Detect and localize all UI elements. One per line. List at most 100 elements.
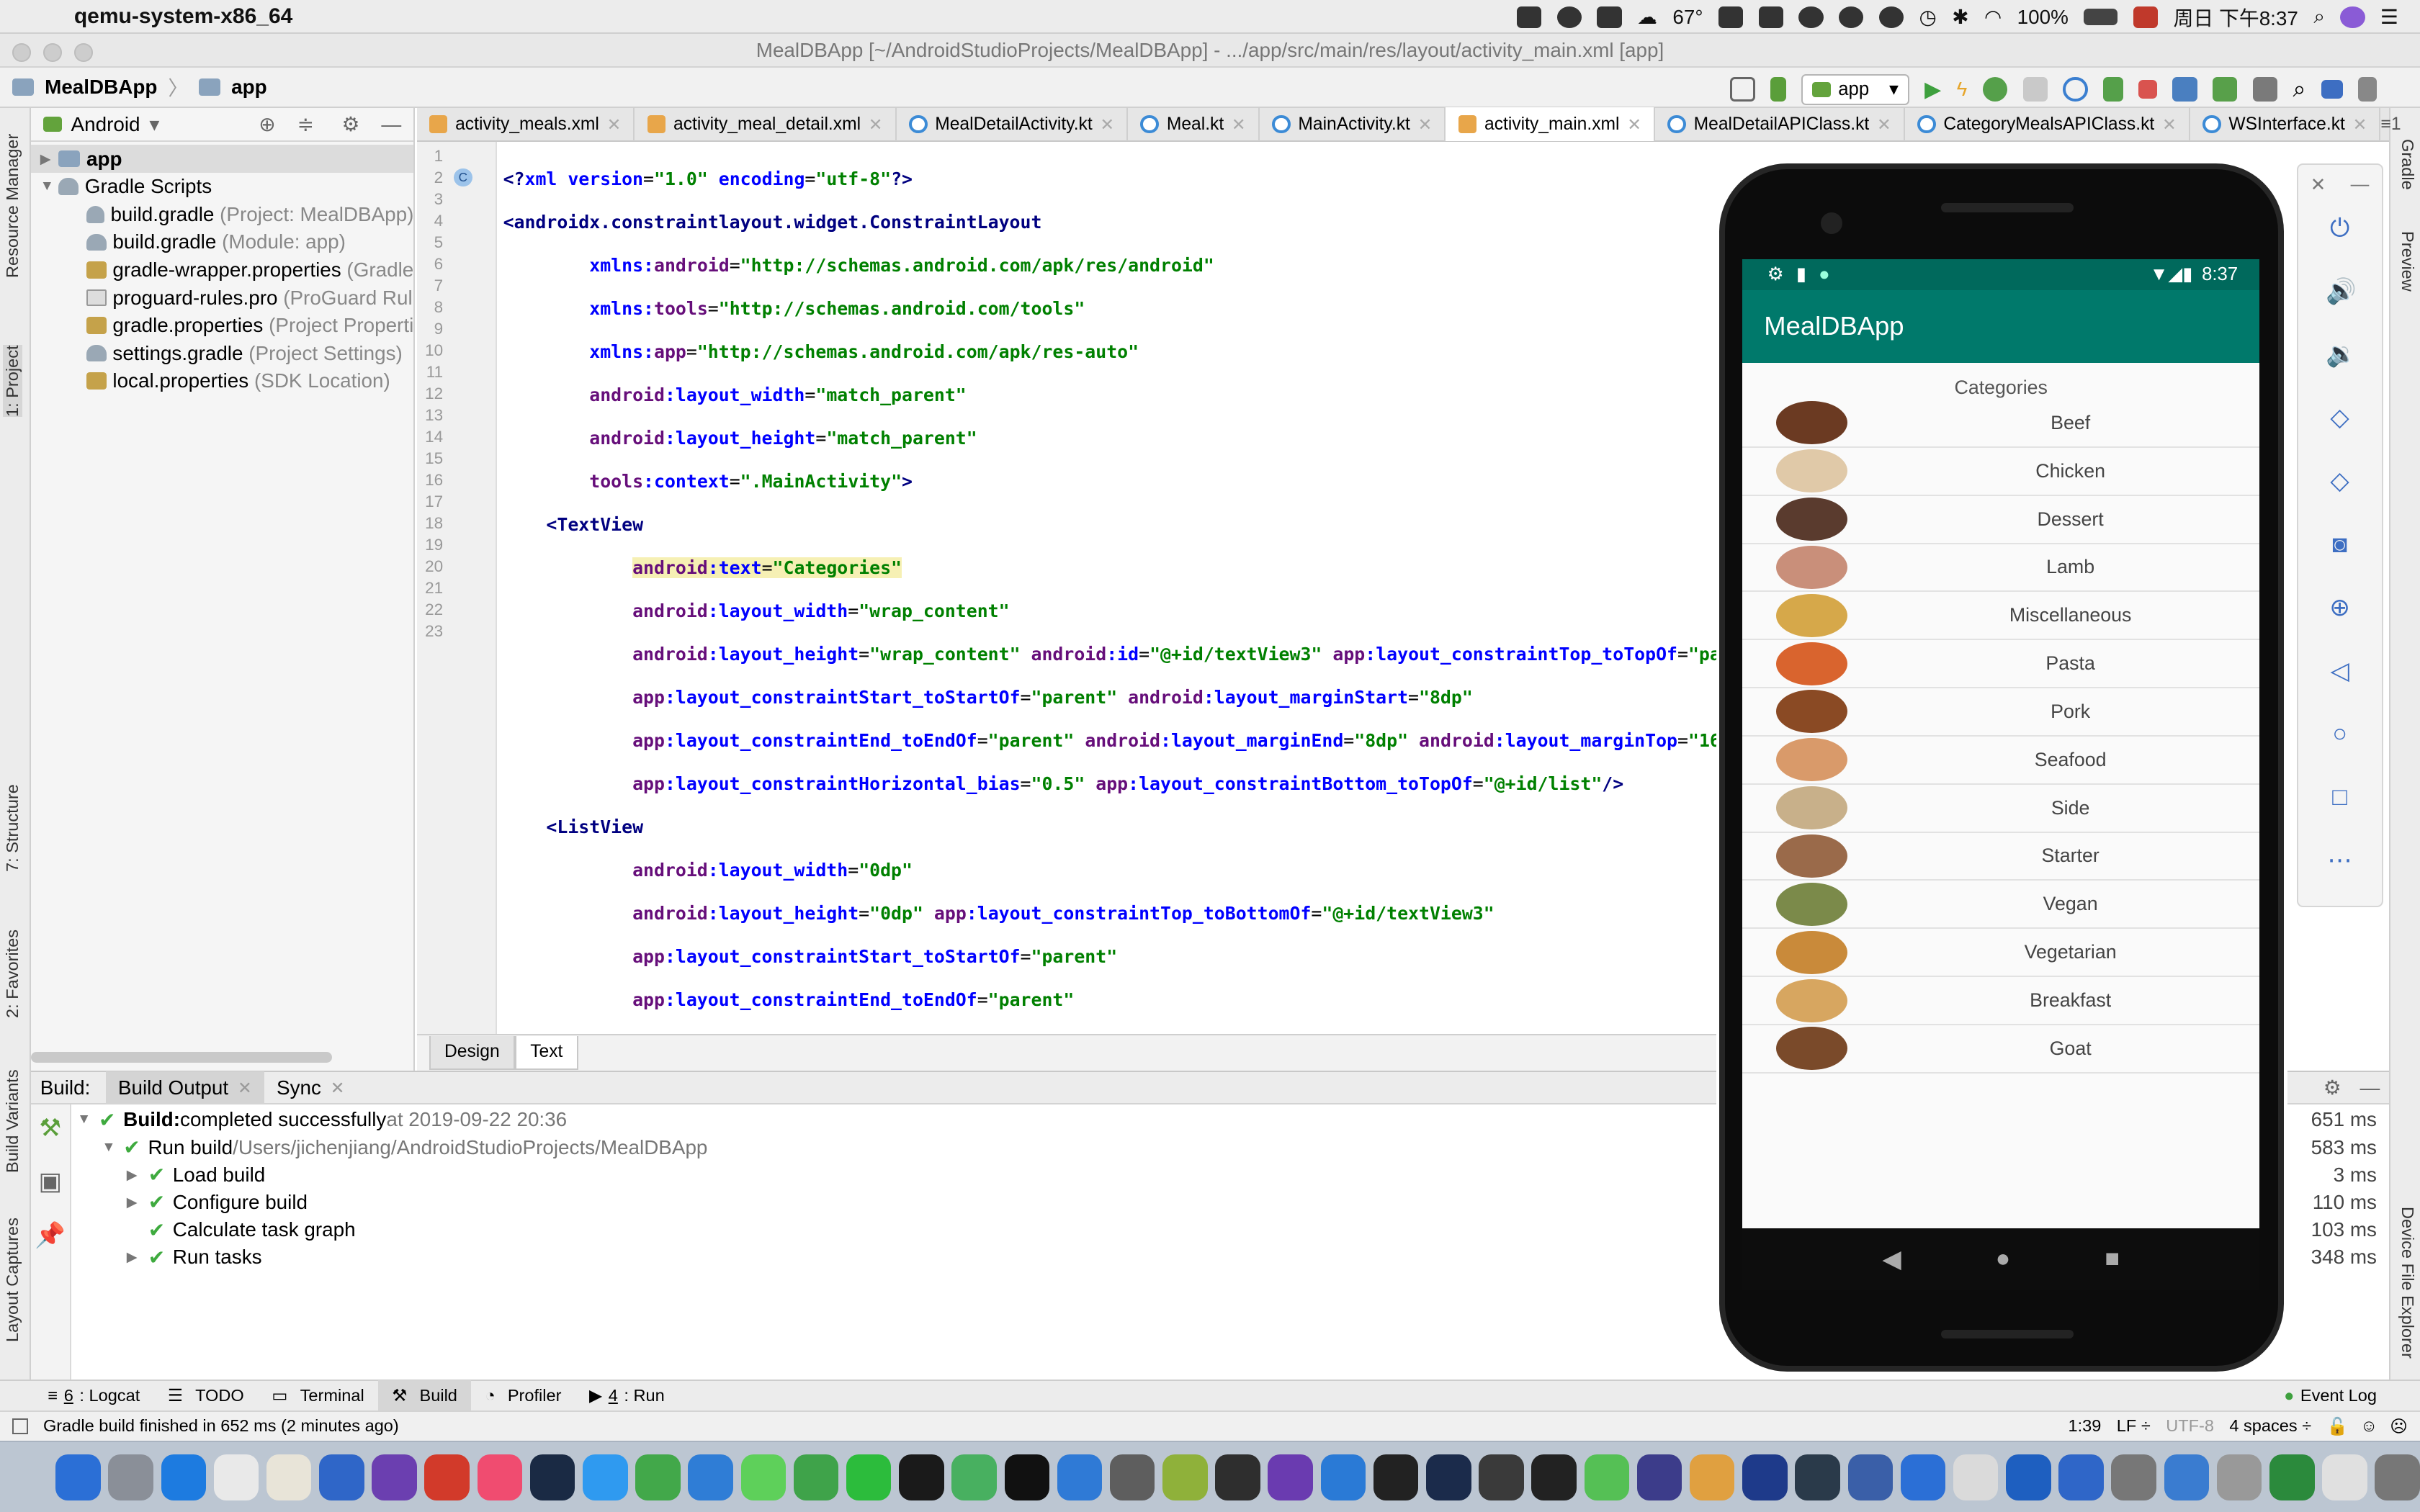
- tree-item-app[interactable]: ▶ app: [30, 145, 414, 173]
- close-icon[interactable]: ✕: [2162, 114, 2177, 135]
- dock-app-icon[interactable]: [2111, 1454, 2156, 1500]
- dock-app-icon[interactable]: [2164, 1454, 2210, 1500]
- dock-app-icon[interactable]: [1320, 1454, 1366, 1500]
- tab-design[interactable]: Design: [429, 1035, 515, 1070]
- dock-app-icon[interactable]: [1004, 1454, 1049, 1500]
- zoom-window-button[interactable]: [73, 42, 93, 62]
- horizontal-scrollbar[interactable]: [30, 1052, 332, 1063]
- dock-app-icon[interactable]: [1584, 1454, 1630, 1500]
- more-icon[interactable]: ⋯: [2326, 847, 2354, 875]
- paw-icon[interactable]: [1798, 6, 1824, 28]
- dock-app-icon[interactable]: [529, 1454, 575, 1500]
- expand-icon[interactable]: ▶: [40, 150, 59, 168]
- event-log-button[interactable]: ● Event Log: [2284, 1386, 2377, 1405]
- dock-app-icon[interactable]: [2058, 1454, 2104, 1500]
- box-icon[interactable]: [1597, 6, 1622, 28]
- collapse-all-icon[interactable]: ≑: [297, 112, 314, 136]
- frown-icon[interactable]: ☹: [2390, 1416, 2408, 1436]
- close-icon[interactable]: ✕: [869, 114, 883, 135]
- tree-item-gradle-wrapper[interactable]: gradle-wrapper.properties (Gradle: [31, 256, 414, 284]
- close-window-button[interactable]: [12, 42, 31, 62]
- attach-debugger-icon[interactable]: [2102, 77, 2123, 102]
- apply-changes-icon[interactable]: ϟ: [1957, 78, 1968, 101]
- close-icon[interactable]: ✕: [607, 114, 622, 135]
- dock-app-icon[interactable]: [688, 1454, 733, 1500]
- search-icon[interactable]: ⌕: [2293, 76, 2305, 103]
- close-icon[interactable]: ✕: [1877, 114, 1891, 135]
- do-not-disturb-icon[interactable]: [1718, 6, 1744, 28]
- dock-app-icon[interactable]: [583, 1454, 628, 1500]
- hide-icon[interactable]: —: [381, 113, 401, 136]
- category-item[interactable]: Beef: [1742, 400, 2260, 448]
- file-encoding[interactable]: UTF-8: [2166, 1416, 2214, 1436]
- tree-item-gradle-properties[interactable]: gradle.properties (Project Properti: [31, 312, 414, 340]
- menubar-clock[interactable]: 周日 下午8:37: [2174, 3, 2298, 32]
- camera-icon[interactable]: ◙: [2326, 531, 2354, 559]
- category-item[interactable]: Pasta: [1742, 640, 2260, 689]
- dock-app-icon[interactable]: [161, 1454, 206, 1500]
- wechat-icon[interactable]: [1517, 6, 1542, 28]
- close-icon[interactable]: ✕: [331, 1078, 345, 1098]
- category-item[interactable]: Dessert: [1742, 496, 2260, 544]
- tab-overflow-button[interactable]: ≡1: [2380, 114, 2401, 135]
- tool-device-file-explorer[interactable]: Device File Explorer: [2398, 1207, 2417, 1359]
- tab-ws-interface[interactable]: WSInterface.kt ✕: [2190, 107, 2381, 142]
- hammer-icon[interactable]: ⚒: [31, 1114, 70, 1143]
- dock-app-icon[interactable]: [1479, 1454, 1524, 1500]
- category-item[interactable]: Side: [1742, 785, 2260, 833]
- category-item[interactable]: Miscellaneous: [1742, 592, 2260, 641]
- power-icon[interactable]: ⏻: [2326, 215, 2354, 243]
- weather-icon[interactable]: ☁: [1637, 5, 1657, 29]
- dock-app-icon[interactable]: [1742, 1454, 1788, 1500]
- dock-app-icon[interactable]: [319, 1454, 364, 1500]
- tool-favorites[interactable]: 2: Favorites: [3, 930, 22, 1018]
- chevron-down-icon[interactable]: ▾: [149, 112, 159, 136]
- tool-structure[interactable]: 7: Structure: [3, 784, 22, 872]
- dock-app-icon[interactable]: [1900, 1454, 1946, 1500]
- overview-icon[interactable]: □: [2326, 783, 2354, 811]
- dock-app-icon[interactable]: [1795, 1454, 1840, 1500]
- volume-up-icon[interactable]: 🔊: [2326, 278, 2357, 306]
- category-item[interactable]: Chicken: [1742, 448, 2260, 496]
- close-icon[interactable]: ✕: [1232, 114, 1246, 135]
- toggle-tool-windows-icon[interactable]: [12, 1418, 28, 1434]
- tree-item-build-gradle-project[interactable]: build.gradle (Project: MealDBApp): [31, 201, 413, 229]
- notification-center-icon[interactable]: ☰: [2380, 5, 2398, 29]
- dock-app-icon[interactable]: [1847, 1454, 1893, 1500]
- expand-icon[interactable]: ▶: [127, 1248, 148, 1266]
- tool-build-variants[interactable]: Build Variants: [3, 1069, 22, 1173]
- tab-main-activity[interactable]: MainActivity.kt ✕: [1260, 107, 1446, 142]
- category-item[interactable]: Goat: [1742, 1025, 2260, 1074]
- hide-icon[interactable]: —: [2360, 1076, 2380, 1099]
- run-config-select[interactable]: app ▾: [1801, 73, 1909, 105]
- tab-meal-kt[interactable]: Meal.kt ✕: [1128, 107, 1260, 142]
- tab-sync[interactable]: Sync ✕: [264, 1076, 357, 1099]
- tab-build-output[interactable]: Build Output ✕: [105, 1071, 264, 1104]
- category-item[interactable]: Breakfast: [1742, 977, 2260, 1025]
- tool-window-build[interactable]: ⚒ Build: [377, 1380, 472, 1411]
- caret-position[interactable]: 1:39: [2068, 1416, 2101, 1436]
- status-message[interactable]: Gradle build finished in 652 ms (2 minut…: [43, 1416, 399, 1436]
- gear-icon[interactable]: ⚙: [341, 112, 359, 136]
- zoom-icon[interactable]: ⊕: [2326, 594, 2354, 622]
- dock-app-icon[interactable]: [372, 1454, 417, 1500]
- avd-manager-icon[interactable]: [2213, 77, 2238, 102]
- dock-app-icon[interactable]: [55, 1454, 101, 1500]
- tool-window-run[interactable]: ▶ 4: Run: [575, 1380, 678, 1411]
- volume-down-icon[interactable]: 🔉: [2326, 341, 2357, 369]
- dock-app-icon[interactable]: [1268, 1454, 1313, 1500]
- tree-item-proguard[interactable]: proguard-rules.pro (ProGuard Rul: [31, 284, 414, 312]
- p-icon[interactable]: [1839, 6, 1864, 28]
- tool-preview[interactable]: Preview: [2398, 231, 2417, 292]
- locate-icon[interactable]: ⊕: [259, 112, 275, 136]
- close-icon[interactable]: ✕: [2353, 114, 2367, 135]
- dock-app-icon[interactable]: [1531, 1454, 1577, 1500]
- device-manager-icon[interactable]: [2321, 80, 2343, 99]
- rotate-right-icon[interactable]: ◇: [2326, 467, 2354, 495]
- dock-app-icon[interactable]: [846, 1454, 892, 1500]
- expand-icon[interactable]: ▶: [127, 1166, 148, 1184]
- pin-icon[interactable]: 📌: [31, 1221, 70, 1250]
- close-icon[interactable]: ✕: [1627, 114, 1641, 135]
- minimize-icon[interactable]: —: [2351, 174, 2370, 195]
- dock-app-icon[interactable]: [1109, 1454, 1155, 1500]
